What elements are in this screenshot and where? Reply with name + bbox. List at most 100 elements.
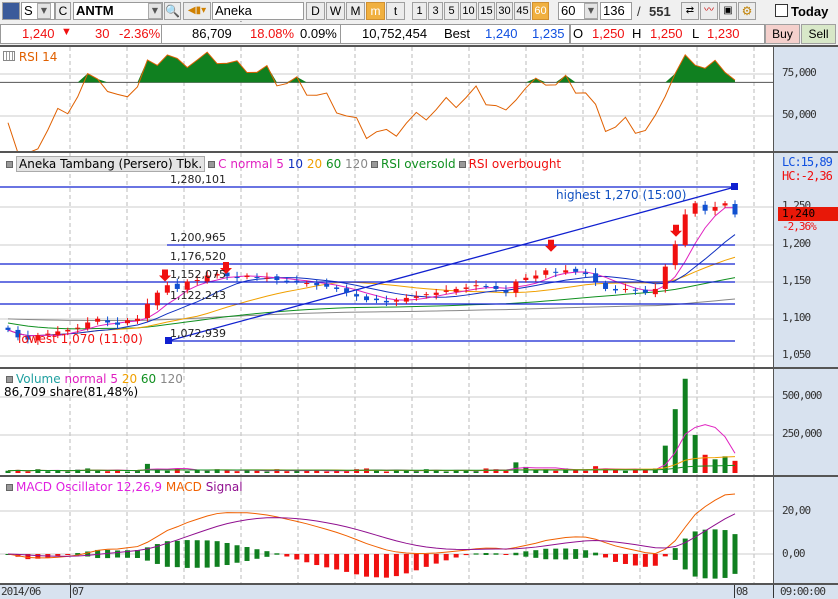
candle-body [622,288,628,290]
best-label: Best [444,26,471,41]
candle-body [662,266,668,289]
candle-body [304,282,310,284]
macd-pane[interactable]: MACD Oscillator 12,26,9 MACD Signal 20,0… [0,475,838,583]
period-M[interactable]: M [346,2,365,20]
price-pane[interactable]: Aneka Tambang (Persero) Tbk. C normal 5 1… [0,151,838,367]
macd-label: MACD [165,480,202,494]
search-icon[interactable]: 🔍 [164,2,181,20]
time-axis: 2014/06 07 08 09:00:00 [0,583,838,599]
candle-body [423,294,429,296]
change-percent: -2.36% [119,26,161,41]
candle-body [712,207,718,211]
today-checkbox[interactable] [775,4,788,17]
interval-60[interactable]: 60 [532,2,549,20]
period-W[interactable]: W [326,2,345,20]
chevron-down-icon[interactable]: ▼ [148,3,162,19]
macd-histogram-bar [642,554,648,567]
volume-bar [144,463,150,473]
lc-value: LC:15,89 [782,155,833,169]
candle-body [383,300,389,303]
candle-body [324,283,330,287]
candle-body [234,277,240,279]
buy-button[interactable]: Buy [765,24,800,44]
volume-bar [284,471,290,473]
volume-bar [583,470,589,473]
hc-value: HC:-2,36 [782,169,833,183]
period-t[interactable]: t [386,2,405,20]
macd-histogram-bar [722,530,728,578]
candle-body [274,276,280,281]
low-value: 1,230 [707,26,740,41]
tick-label: 1,150 [782,274,811,287]
last-pct-label: -2,36% [782,220,817,233]
interval-30[interactable]: 30 [496,2,513,20]
interval-5[interactable]: 5 [444,2,459,20]
open-value: 1,250 [592,26,625,41]
candle-body [553,271,559,273]
period-D[interactable]: D [306,2,325,20]
last-price-label: 1,240 [782,207,816,220]
candle-body [453,288,459,292]
volume-pane[interactable]: Volume normal 5 20 60 120 86,709 share(8… [0,367,838,475]
candle-body [722,203,728,206]
volume-label: Volume [16,372,61,386]
c-button[interactable]: C [55,2,71,20]
interval-3[interactable]: 3 [428,2,443,20]
tick-label: 500,000 [782,389,822,402]
candle-body [503,290,509,293]
chevron-down-icon[interactable]: ▼ [37,3,51,19]
level-label: 1,176,520 [170,250,226,263]
chevron-down-icon[interactable]: ▼ [584,3,598,19]
bar-count-input[interactable]: 136 [600,2,632,20]
candle-body [413,296,419,298]
volume-bar [553,470,559,473]
macd-histogram-bar [702,529,708,579]
macd-histogram-bar [344,554,350,572]
save-icon[interactable]: ▣ [719,2,737,20]
candle-body [364,296,370,301]
interval-45[interactable]: 45 [514,2,531,20]
level-label: 1,152,075 [170,268,226,281]
macd-histogram-bar [284,554,290,557]
interval-15[interactable]: 15 [478,2,495,20]
rsi-pane[interactable]: RSI 14 75,000 50,000 [0,45,838,151]
low-label: L [692,26,700,41]
volume-bar [503,470,509,473]
candle-body [264,277,270,279]
volume-bar [632,469,638,473]
period-m[interactable]: m [366,2,385,20]
ma10-label: 10 [287,157,303,171]
vma60-label: 60 [140,372,157,386]
macd-histogram-bar [304,554,310,563]
interval-10[interactable]: 10 [460,2,477,20]
clock-label: 09:00:00 [773,585,826,598]
macd-histogram-bar [533,550,539,558]
volume-value: 86,709 [192,26,232,41]
macd-osc-label: MACD Oscillator 12,26,9 [16,480,163,494]
macd-line [7,493,736,559]
candle-body [125,320,131,324]
interval-1[interactable]: 1 [412,2,427,20]
macd-histogram-bar [523,551,529,557]
ma5-label: 5 [276,157,284,171]
macd-histogram-bar [593,552,599,556]
rsi-label: RSI 14 [18,50,58,64]
candle-body [244,275,250,278]
speaker-icon[interactable]: ◀▮▾ [183,2,211,20]
gear-icon[interactable]: ⚙ [738,2,756,20]
volume-bar [413,471,419,473]
volume-bar [383,471,389,473]
chart-menu-icon[interactable] [2,2,20,20]
best-ask: 1,235 [532,26,565,41]
candle-body [105,320,111,323]
today-label: Today [791,4,829,19]
chart-line-icon[interactable]: 〰 [700,2,718,20]
stock-title[interactable]: Aneka Tambang (Persero) Tbk. [16,156,206,172]
time-label: 2014/06 [1,585,41,598]
sell-button[interactable]: Sell [801,24,836,44]
arrows-icon[interactable]: ⇄ [681,2,699,20]
macd-histogram-bar [393,554,399,577]
rsi-oversold-label: RSI oversold [380,157,456,171]
macd-histogram-bar [364,554,370,577]
candle-body [652,288,658,295]
